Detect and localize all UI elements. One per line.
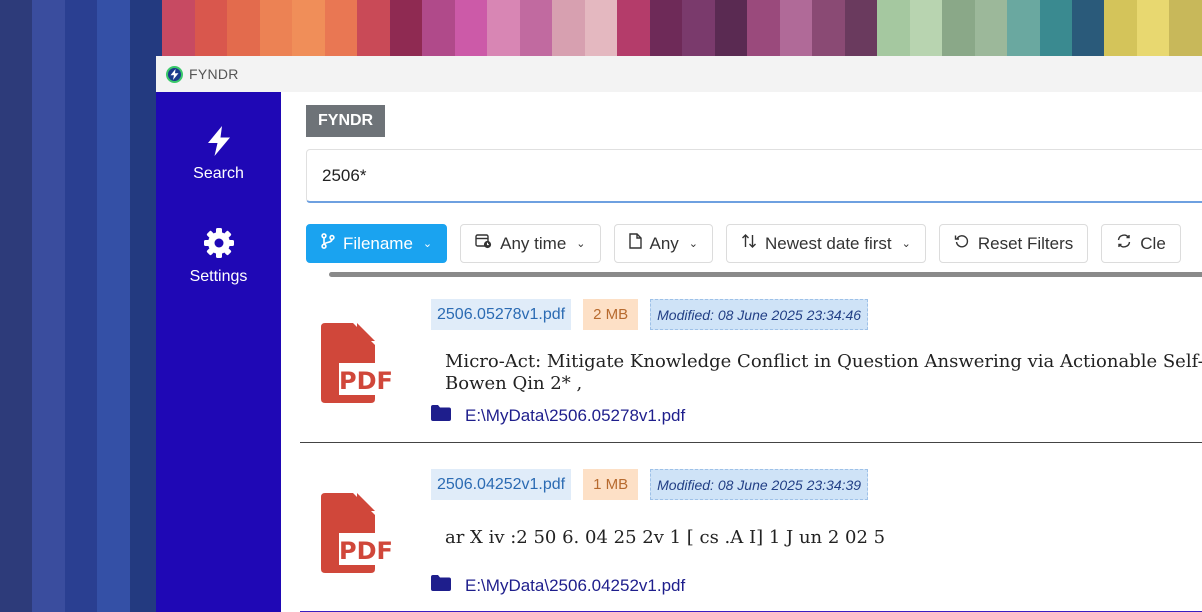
chevron-down-icon: ⌄	[901, 238, 911, 250]
sort-dropdown[interactable]: Newest date first ⌄	[726, 224, 926, 263]
sidebar-item-label: Search	[193, 165, 244, 182]
modified-badge: Modified: 08 June 2025 23:34:39	[650, 469, 869, 500]
sidebar-item-search[interactable]: Search	[156, 126, 281, 183]
time-filter-dropdown[interactable]: Any time ⌄	[460, 224, 601, 263]
snippet-line: Bowen Qin 2* ,	[445, 373, 583, 394]
file-path-link[interactable]: E:\MyData\2506.04252v1.pdf	[431, 575, 685, 596]
result-snippet: ar X iv :2 50 6. 04 25 2v 1 [ cs .A I] 1…	[445, 527, 885, 549]
time-filter-label: Any time	[500, 233, 567, 253]
type-filter-label: Any	[649, 233, 679, 253]
search-input[interactable]	[306, 149, 1202, 203]
sort-label: Newest date first	[765, 233, 892, 253]
folder-icon	[431, 575, 451, 596]
gear-icon	[203, 227, 235, 264]
wallpaper-stripe	[97, 0, 130, 612]
undo-icon	[954, 233, 970, 254]
chevron-down-icon: ⌄	[576, 238, 586, 250]
type-filter-dropdown[interactable]: Any ⌄	[613, 224, 714, 263]
file-path: E:\MyData\2506.04252v1.pdf	[465, 575, 686, 595]
result-item[interactable]: PDF 2506.04252v1.pdf 1 MB Modified: 08 J…	[300, 461, 1202, 612]
clear-label: Cle	[1140, 233, 1166, 253]
filename-chip: 2506.04252v1.pdf	[431, 469, 572, 500]
pdf-file-icon: PDF	[317, 493, 393, 573]
chevron-down-icon: ⌄	[422, 238, 433, 250]
size-badge: 2 MB	[583, 299, 639, 330]
calendar-clock-icon	[475, 233, 492, 254]
sidebar: Search Settings	[156, 92, 281, 612]
svg-text:PDF: PDF	[339, 367, 393, 395]
filename-chip: 2506.05278v1.pdf	[431, 299, 572, 330]
reset-filters-label: Reset Filters	[977, 233, 1074, 253]
window-title: FYNDR	[189, 66, 239, 82]
sidebar-item-settings[interactable]: Settings	[156, 227, 281, 286]
match-by-label: Filename	[343, 233, 413, 253]
svg-text:PDF: PDF	[339, 537, 393, 565]
match-by-dropdown[interactable]: Filename ⌄	[306, 224, 448, 263]
clear-button[interactable]: Cle	[1101, 224, 1181, 263]
size-badge: 1 MB	[583, 469, 639, 500]
app-window: FYNDR Search Settings FYNDR 2506* Filena…	[156, 56, 1202, 612]
brand-badge: FYNDR	[306, 105, 386, 137]
result-item[interactable]: PDF 2506.05278v1.pdf 2 MB Modified: 08 J…	[300, 291, 1202, 443]
wallpaper-stripe	[64, 0, 98, 612]
result-meta: 2506.05278v1.pdf 2 MB Modified: 08 June …	[431, 299, 869, 330]
branch-icon	[321, 233, 335, 254]
chevron-down-icon: ⌄	[688, 238, 699, 250]
result-snippet: Micro-Act: Mitigate Knowledge Conflict i…	[445, 351, 1202, 395]
snippet-line: Micro-Act: Mitigate Knowledge Conflict i…	[445, 351, 1202, 372]
sort-arrows-icon	[741, 233, 757, 254]
file-path-link[interactable]: E:\MyData\2506.05278v1.pdf	[431, 405, 685, 426]
filter-bar: Filename ⌄ Any time ⌄ Any ⌄ Newest date …	[306, 224, 1181, 263]
modified-badge: Modified: 08 June 2025 23:34:46	[650, 299, 869, 330]
sidebar-item-label: Settings	[189, 268, 248, 285]
folder-icon	[431, 405, 451, 426]
wallpaper-stripe	[32, 0, 65, 612]
lightning-icon	[206, 126, 232, 161]
horizontal-scrollbar[interactable]	[329, 272, 1202, 277]
file-path: E:\MyData\2506.05278v1.pdf	[465, 405, 686, 425]
title-bar: FYNDR	[156, 56, 1202, 92]
pdf-file-icon: PDF	[317, 323, 393, 403]
main-content: FYNDR Filename ⌄ Any time ⌄	[281, 92, 1202, 612]
refresh-icon	[1116, 233, 1132, 254]
snippet-line: ar X iv :2 50 6. 04 25 2v 1 [ cs .A I] 1…	[445, 527, 886, 548]
wallpaper-stripe	[0, 0, 33, 612]
reset-filters-button[interactable]: Reset Filters	[938, 224, 1089, 263]
result-meta: 2506.04252v1.pdf 1 MB Modified: 08 June …	[431, 469, 869, 500]
app-logo-icon	[166, 65, 183, 83]
file-icon	[628, 233, 642, 254]
